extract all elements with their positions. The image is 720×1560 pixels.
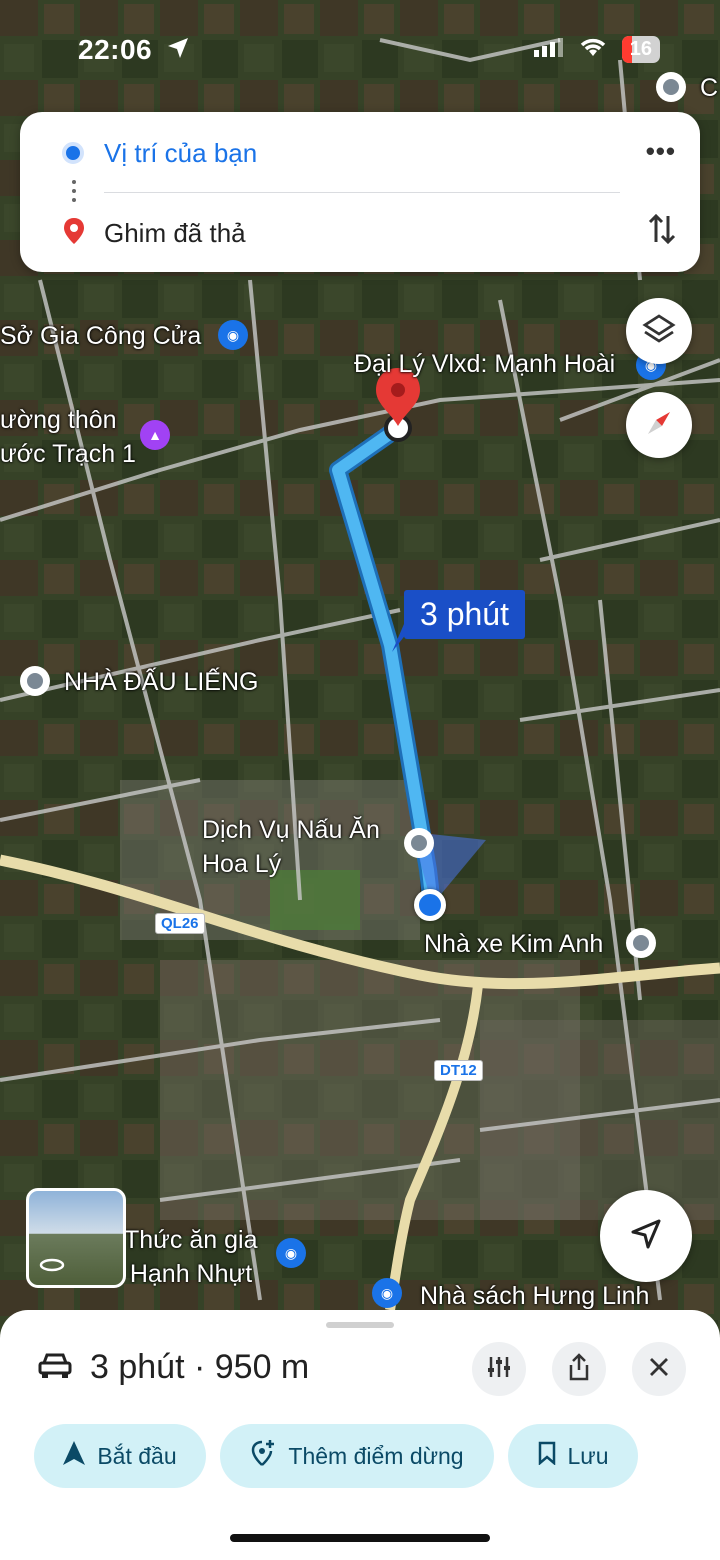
battery-icon: 16 <box>621 36 660 63</box>
add-location-icon <box>250 1439 276 1473</box>
add-stop-label: Thêm điểm dừng <box>288 1442 464 1469</box>
navigation-start-icon <box>63 1441 86 1471</box>
start-label: Bắt đầu <box>97 1442 177 1469</box>
destination-field[interactable]: Ghim đã thả <box>104 218 246 249</box>
car-icon <box>38 1351 72 1384</box>
eta-bubble-tail <box>392 624 414 652</box>
poi-label[interactable]: NHÀ ĐẤU LIẾNG <box>64 668 258 697</box>
layers-icon <box>642 312 676 351</box>
signal-icon <box>533 37 564 62</box>
add-stop-button[interactable]: Thêm điểm dừng <box>220 1424 494 1488</box>
street-view-thumbnail[interactable] <box>26 1188 126 1288</box>
share-icon <box>567 1352 591 1386</box>
poi-label[interactable]: Hoa Lý <box>202 850 281 879</box>
directions-bottom-sheet: 3 phút · 950 m Bắt đầu Thêm điểm dừng Lư… <box>0 1310 720 1560</box>
shopping-poi-icon[interactable]: ◉ <box>276 1238 306 1268</box>
poi-marker-icon[interactable] <box>404 828 434 858</box>
bookmark-icon <box>538 1441 556 1471</box>
street-view-rotate-icon <box>39 1258 65 1277</box>
poi-label[interactable]: Nhà sách Hưng Linh <box>420 1282 649 1311</box>
save-button[interactable]: Lưu <box>508 1424 638 1488</box>
poi-label[interactable]: Thức ăn gia <box>124 1226 257 1255</box>
poi-marker-icon[interactable] <box>626 928 656 958</box>
trip-summary: 3 phút · 950 m <box>38 1348 309 1387</box>
poi-label[interactable]: ường thôn <box>0 406 117 435</box>
road-shield-ql26: QL26 <box>155 913 205 934</box>
poi-label[interactable]: C <box>700 74 718 103</box>
layers-button[interactable] <box>626 298 692 364</box>
origin-field[interactable]: Vị trí của bạn <box>104 138 257 169</box>
poi-label[interactable]: Sở Gia Công Cửa <box>0 322 201 351</box>
location-arrow-icon <box>166 36 190 65</box>
close-button[interactable] <box>632 1342 686 1396</box>
wifi-icon <box>578 36 608 63</box>
directions-card: Vị trí của bạn Ghim đã thả ••• <box>20 112 700 272</box>
poi-label[interactable]: Đại Lý Vlxd: Mạnh Hoài <box>354 350 615 379</box>
status-time: 22:06 <box>78 34 153 65</box>
your-location-dot-icon <box>62 142 84 164</box>
more-options-icon[interactable]: ••• <box>646 136 676 167</box>
save-label: Lưu <box>567 1442 609 1469</box>
compass-icon <box>642 406 676 445</box>
home-indicator[interactable] <box>230 1534 490 1542</box>
dropped-pin-icon[interactable] <box>372 368 424 444</box>
current-location-dot <box>414 889 446 921</box>
swap-icon[interactable] <box>648 212 676 251</box>
route-options-button[interactable] <box>472 1342 526 1396</box>
compass-button[interactable] <box>626 392 692 458</box>
divider <box>104 192 620 193</box>
navigation-arrow-icon <box>629 1217 663 1256</box>
poi-marker-icon[interactable] <box>20 666 50 696</box>
sliders-icon <box>486 1355 512 1384</box>
destination-pin-icon <box>64 217 84 249</box>
status-bar: 22:06 16 <box>0 28 720 72</box>
government-poi-icon[interactable]: ▲ <box>140 420 170 450</box>
poi-label[interactable]: Nhà xe Kim Anh <box>424 930 603 959</box>
share-button[interactable] <box>552 1342 606 1396</box>
eta-bubble: 3 phút <box>404 590 525 639</box>
origin-row[interactable]: Vị trí của bạn <box>20 128 700 178</box>
my-location-button[interactable] <box>600 1190 692 1282</box>
shopping-poi-icon[interactable]: ◉ <box>218 320 248 350</box>
destination-row[interactable]: Ghim đã thả <box>20 208 700 258</box>
poi-label[interactable]: Dịch Vụ Nấu Ăn <box>202 816 380 845</box>
drag-handle[interactable] <box>326 1322 394 1328</box>
poi-label[interactable]: ước Trạch 1 <box>0 440 136 469</box>
trip-time-distance: 3 phút · 950 m <box>90 1348 310 1386</box>
poi-marker-icon[interactable] <box>656 72 686 102</box>
close-icon <box>648 1356 670 1383</box>
route-dots <box>72 180 76 207</box>
start-button[interactable]: Bắt đầu <box>34 1424 206 1488</box>
road-shield-dt12: DT12 <box>434 1060 483 1081</box>
shopping-poi-icon[interactable]: ◉ <box>372 1278 402 1308</box>
